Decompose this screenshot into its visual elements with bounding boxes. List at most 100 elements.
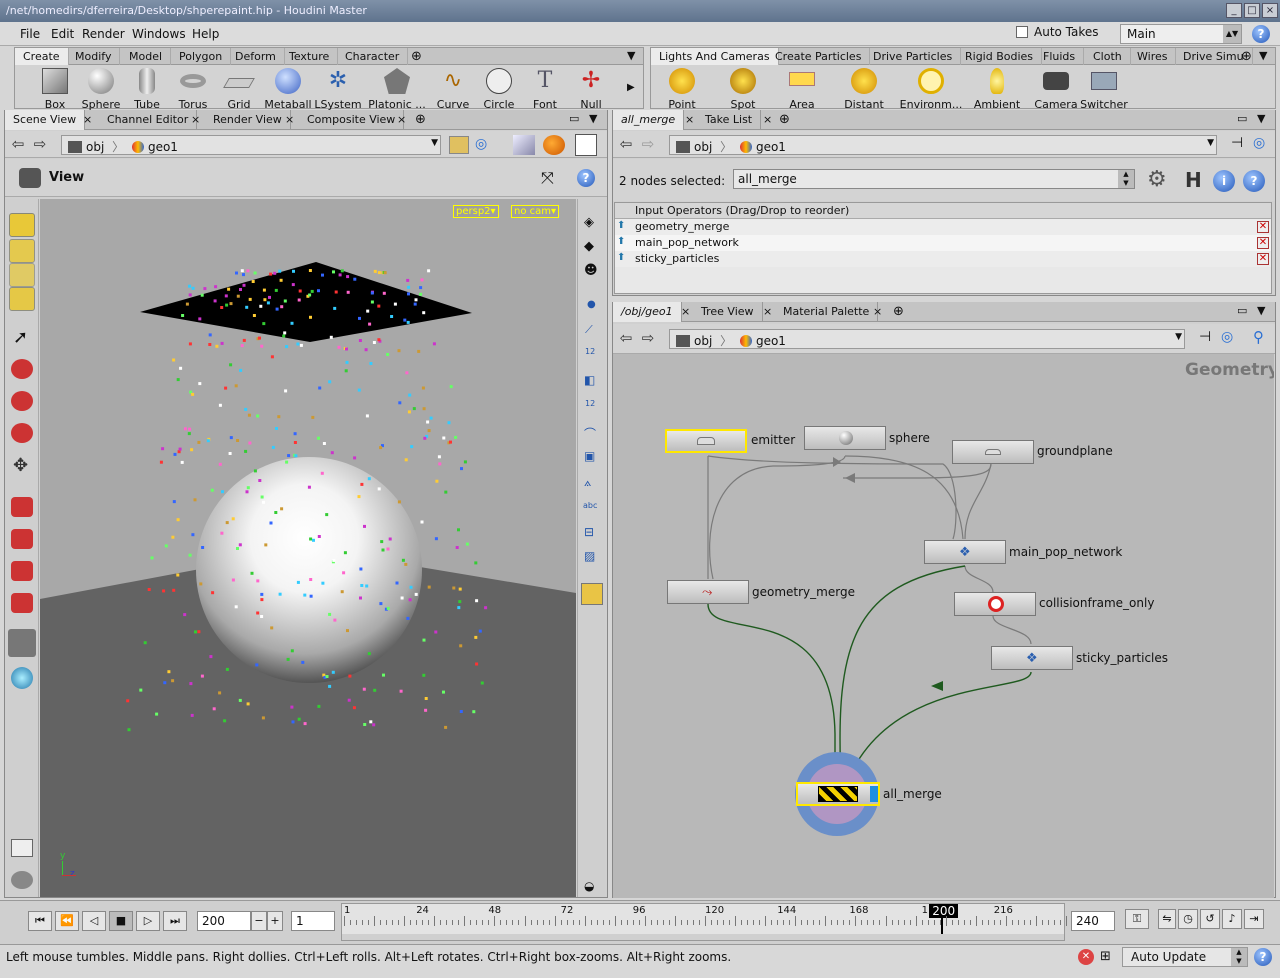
node-sphere[interactable] <box>804 426 886 450</box>
node-main-pop-network[interactable]: ❖ <box>924 540 1006 564</box>
normal-display-icon[interactable]: ⟋ <box>585 323 593 337</box>
select-mode-icon[interactable] <box>9 213 35 237</box>
shelf-tab-texture[interactable]: Texture <box>281 48 339 65</box>
snapshot-icon[interactable] <box>11 839 33 857</box>
move-tool-icon[interactable] <box>11 359 33 379</box>
pin-icon[interactable] <box>449 136 469 154</box>
chevron-down-icon[interactable]: ▼ <box>1175 332 1182 342</box>
handle-icon[interactable]: ⤧ <box>541 168 554 188</box>
maximize-pane-icon[interactable]: ▭ <box>1237 304 1247 317</box>
shelf-scroll-right-icon[interactable]: ▶ <box>627 82 635 93</box>
point-number-icon[interactable]: 12 <box>585 347 595 356</box>
menu-render[interactable]: Render <box>82 27 125 41</box>
render-region-icon[interactable] <box>11 667 33 689</box>
node-geometry-merge[interactable]: ⤳ <box>667 580 749 604</box>
link-icon[interactable]: ◎ <box>1253 135 1265 151</box>
shelf-tab-modify[interactable]: Modify <box>67 48 121 65</box>
comment-icon[interactable]: ⊟ <box>584 525 594 539</box>
auto-takes-checkbox[interactable] <box>1016 26 1028 38</box>
close-tab-icon[interactable]: × <box>681 305 690 318</box>
network-editor[interactable]: Geometry emitter sphere groundplane ❖ ma… <box>613 354 1274 898</box>
node-emitter[interactable] <box>665 429 747 453</box>
magnet-tool-icon[interactable] <box>11 593 33 613</box>
tool-platonic[interactable]: Platonic ... <box>367 68 427 111</box>
tool-null[interactable]: ✢ Null <box>564 68 618 111</box>
path-geo1[interactable]: geo1 <box>756 334 786 348</box>
path-geo1[interactable]: geo1 <box>756 140 786 154</box>
tab-all-merge[interactable]: all_merge <box>613 110 685 130</box>
selected-node-field[interactable]: all_merge ▲ ▼ <box>733 169 1135 189</box>
step-field[interactable]: 1 <box>291 911 335 931</box>
magnet-move-icon[interactable] <box>11 497 33 517</box>
frame-decrement-button[interactable]: − <box>251 911 267 931</box>
loop-icon[interactable]: ↺ <box>1200 909 1220 929</box>
add-tab-icon[interactable]: ⊕ <box>411 49 422 64</box>
pose-tool-icon[interactable]: ✥ <box>13 455 28 476</box>
scene-viewport[interactable]: persp2▾ no cam▾ y z <box>40 199 576 897</box>
pin-icon[interactable]: ⊣ <box>1199 329 1211 345</box>
close-tab-icon[interactable]: × <box>191 113 200 126</box>
point-display-icon[interactable]: ● <box>587 299 596 310</box>
chevron-down-icon[interactable]: ▼ <box>1207 138 1214 148</box>
step-back-icon[interactable]: ⏪ <box>55 911 79 931</box>
tab-scene-view[interactable]: Scene View <box>5 110 86 130</box>
forward-arrow-icon[interactable]: ⇨ <box>639 136 657 154</box>
node-collisionframe-only[interactable] <box>954 592 1036 616</box>
close-tab-icon[interactable]: × <box>873 305 882 318</box>
jump-end-icon[interactable]: ⏭ <box>163 911 187 931</box>
forward-arrow-icon[interactable]: ⇨ <box>31 136 49 154</box>
shelf-tab-fluids[interactable]: Fluids <box>1035 48 1085 65</box>
bbox-icon[interactable]: ▣ <box>584 449 595 463</box>
render-options-icon[interactable] <box>543 135 565 155</box>
add-tab-icon[interactable]: ⊕ <box>893 304 904 319</box>
shelf-tab-lights-and-cameras[interactable]: Lights And Cameras <box>651 48 779 65</box>
close-tab-icon[interactable]: × <box>685 113 694 126</box>
tool-metaball[interactable]: Metaball <box>261 68 315 111</box>
table-row[interactable]: ⬆ main_pop_network ✕ <box>615 235 1271 251</box>
link-icon[interactable]: ◎ <box>1221 329 1233 345</box>
timeline-scrollbar[interactable] <box>342 934 1064 940</box>
background-image-icon[interactable]: ▨ <box>584 549 595 563</box>
shelf-menu-icon[interactable]: ▼ <box>1259 49 1267 62</box>
vector-icon[interactable]: ⟑ <box>584 475 591 490</box>
tab-render-view[interactable]: Render View <box>205 110 291 130</box>
flipbook-icon[interactable] <box>11 871 33 889</box>
path-obj[interactable]: obj <box>694 334 712 348</box>
node-groundplane[interactable] <box>952 440 1034 464</box>
view-mode-icon[interactable] <box>8 629 36 657</box>
template-icon[interactable]: ☻ <box>584 263 598 278</box>
reorder-arrow-icon[interactable]: ⬆ <box>617 220 625 231</box>
shelf-tab-deform[interactable]: Deform <box>227 48 285 65</box>
maximize-pane-icon[interactable]: ▭ <box>569 112 579 125</box>
path-obj[interactable]: obj <box>694 140 712 154</box>
menu-windows[interactable]: Windows <box>132 27 186 41</box>
auto-takes-toggle[interactable]: Auto Takes <box>1016 25 1099 39</box>
camera-menu[interactable]: persp2▾ <box>453 205 499 218</box>
node-sticky-particles[interactable]: ❖ <box>991 646 1073 670</box>
minimize-button[interactable]: _ <box>1226 3 1242 18</box>
capture-icon[interactable]: ◒ <box>584 879 594 893</box>
pane-menu-icon[interactable]: ▼ <box>589 112 597 125</box>
add-tab-icon[interactable]: ⊕ <box>415 112 426 127</box>
tool-grid[interactable]: Grid <box>212 68 266 111</box>
display-flag-icon[interactable] <box>870 786 878 802</box>
background-color-icon[interactable] <box>575 134 597 156</box>
tool-environment-light[interactable]: Environm... <box>899 68 963 111</box>
menu-edit[interactable]: Edit <box>51 27 74 41</box>
forward-arrow-icon[interactable]: ⇨ <box>639 330 657 348</box>
reorder-arrow-icon[interactable]: ⬆ <box>617 252 625 263</box>
timeline-slider[interactable]: 200 1 24 48 72 96 120 144 168 1 216 <box>341 903 1067 941</box>
maximize-button[interactable]: □ <box>1244 3 1260 18</box>
cam-lock-menu[interactable]: no cam▾ <box>511 205 560 218</box>
select-primitives-icon[interactable] <box>9 287 35 311</box>
network-path-field[interactable]: obj 〉 geo1 ▼ <box>669 329 1185 349</box>
add-tab-icon[interactable]: ⊕ <box>779 112 790 127</box>
realtime-icon[interactable]: ⇋ <box>1158 909 1176 929</box>
jump-start-icon[interactable]: ⏮ <box>28 911 52 931</box>
select-points-icon[interactable] <box>9 239 35 263</box>
hull-icon[interactable]: ⌒ <box>584 425 596 442</box>
shelf-tab-model[interactable]: Model <box>121 48 172 65</box>
close-tab-icon[interactable]: × <box>83 113 92 126</box>
menu-help[interactable]: Help <box>192 27 219 41</box>
key-icon[interactable]: ⚿ <box>1125 909 1149 929</box>
